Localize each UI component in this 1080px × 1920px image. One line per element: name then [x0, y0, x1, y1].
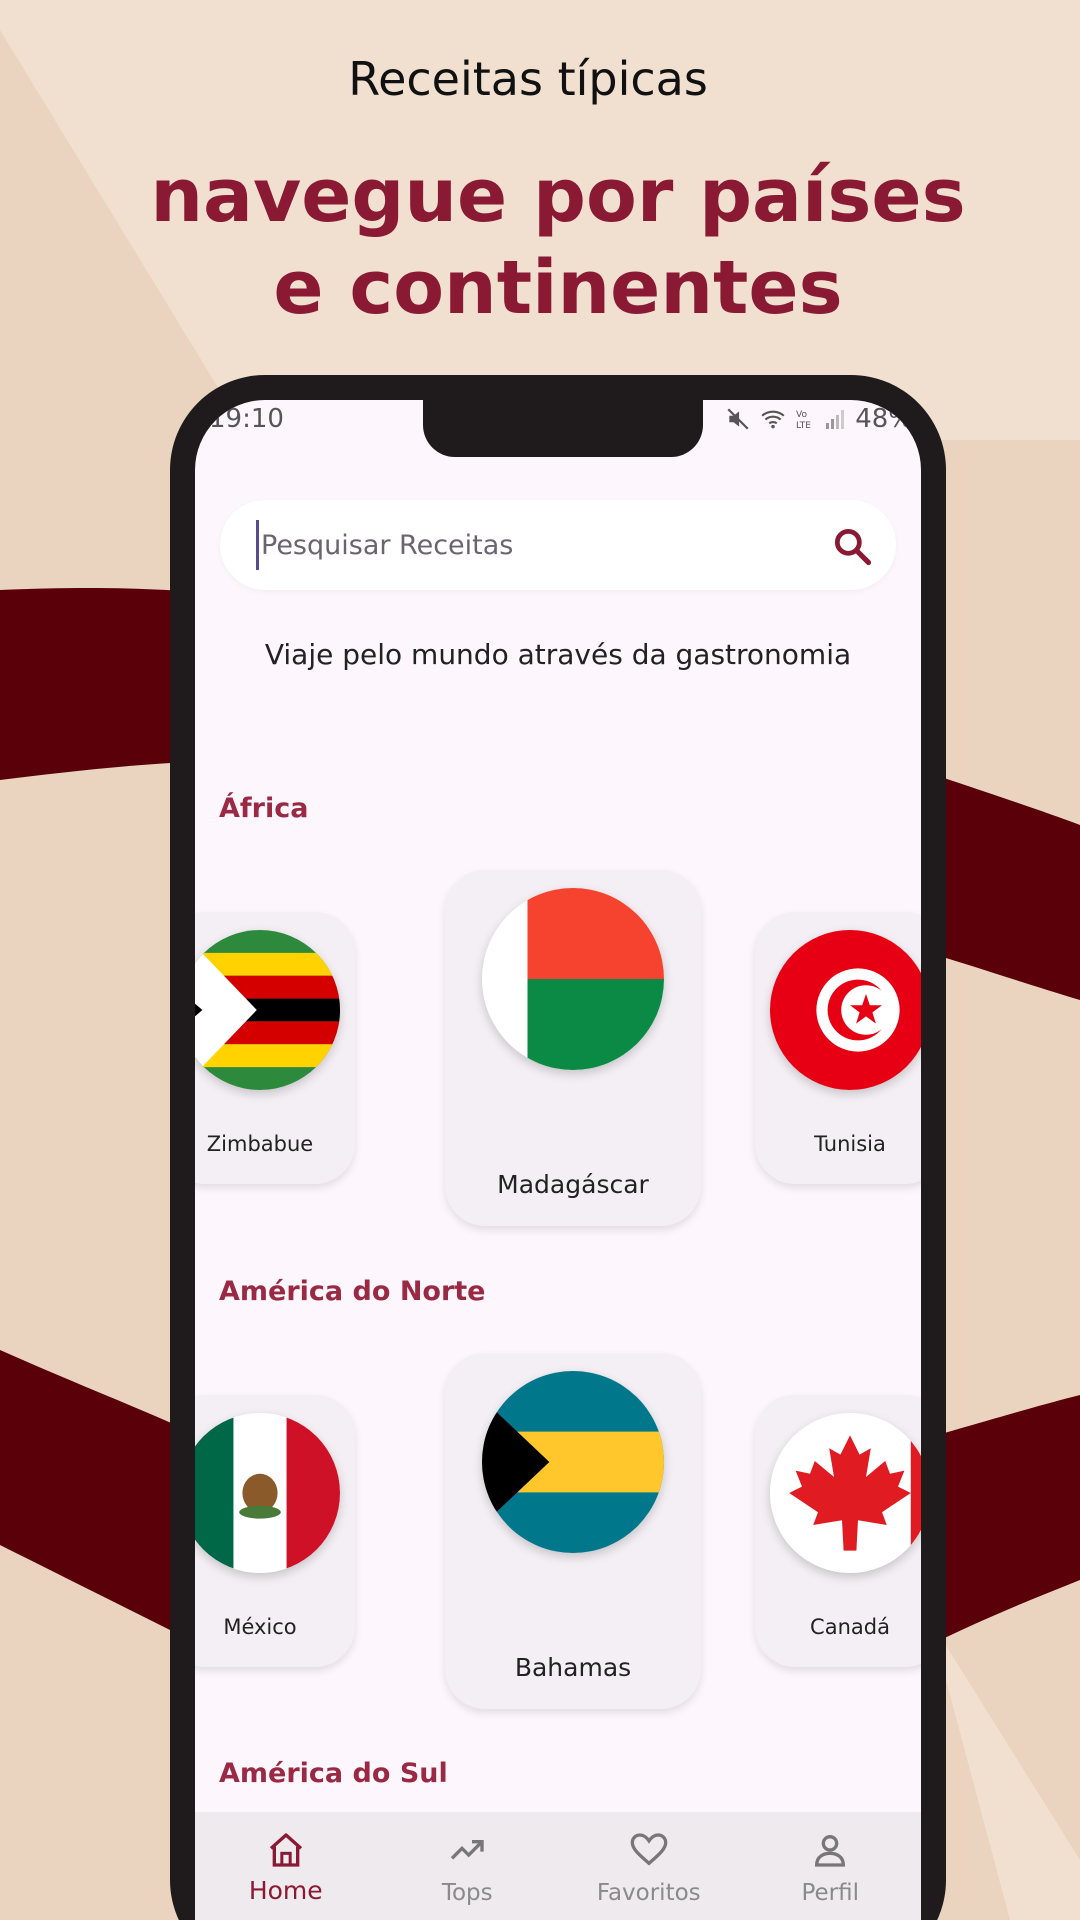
heart-icon: [630, 1833, 668, 1866]
section-title-south-america: América do Sul: [219, 1758, 448, 1789]
nav-tops[interactable]: Tops: [377, 1812, 559, 1920]
nav-label: Tops: [441, 1880, 493, 1906]
country-card-bahamas[interactable]: Bahamas: [445, 1353, 701, 1709]
madagascar-flag-icon: [482, 888, 664, 1070]
country-card-canada[interactable]: Canadá: [755, 1395, 921, 1667]
country-label: Zimbabue: [206, 1132, 314, 1156]
battery-level: 48%: [855, 404, 913, 434]
nav-label: Perfil: [801, 1880, 860, 1906]
country-card-tunisia[interactable]: Tunisia: [755, 912, 921, 1184]
zimbabwe-flag-icon: [195, 930, 340, 1090]
country-card-mexico[interactable]: México: [195, 1395, 355, 1667]
country-label: México: [223, 1615, 297, 1639]
search-bar: [220, 500, 896, 590]
wifi-icon: [761, 410, 785, 429]
search-input[interactable]: [256, 520, 816, 570]
nav-favoritos[interactable]: Favoritos: [558, 1812, 740, 1920]
app-screen: 19:10 VoLTE 48% Viaje pelo mundo através…: [195, 400, 921, 1920]
promo-subtitle: Receitas típicas: [348, 52, 708, 106]
section-title-north-america: América do Norte: [219, 1276, 486, 1307]
section-title-africa: África: [219, 793, 309, 824]
tagline: Viaje pelo mundo através da gastronomia: [264, 638, 852, 671]
country-card-madagascar[interactable]: Madagáscar: [445, 870, 701, 1226]
country-label: Madagáscar: [497, 1170, 649, 1199]
bottom-navigation: Home Tops Favoritos Perfil: [195, 1812, 921, 1920]
status-time: 19:10: [209, 404, 284, 434]
person-icon: [815, 1835, 846, 1867]
nav-label: Home: [248, 1876, 323, 1905]
mute-icon: [727, 408, 749, 430]
nav-home[interactable]: Home: [195, 1812, 377, 1920]
country-label: Bahamas: [514, 1653, 632, 1682]
svg-text:LTE: LTE: [796, 421, 811, 431]
promo-title: navegue por países e continentes: [0, 150, 1080, 334]
promo-title-line1: navegue por países: [150, 153, 966, 239]
canada-flag-icon: [770, 1413, 921, 1573]
camera-notch: [423, 400, 703, 457]
mexico-flag-icon: [195, 1413, 340, 1573]
nav-label: Favoritos: [596, 1880, 701, 1906]
search-icon[interactable]: [830, 524, 874, 568]
promo-title-line2: e continentes: [273, 245, 843, 331]
svg-text:Vo: Vo: [796, 410, 807, 420]
trending-up-icon: [451, 1840, 484, 1860]
tunisia-flag-icon: [770, 930, 921, 1090]
country-label: Tunisia: [814, 1132, 886, 1156]
signal-icon: [826, 410, 845, 429]
volte-icon: VoLTE: [796, 410, 811, 431]
bahamas-flag-icon: [482, 1371, 664, 1553]
status-icons: Vo LTE 48%: [725, 404, 913, 434]
nav-perfil[interactable]: Perfil: [740, 1812, 922, 1920]
country-label: Canadá: [810, 1615, 890, 1639]
home-icon: [269, 1833, 302, 1867]
country-card-zimbabue[interactable]: Zimbabue: [195, 912, 355, 1184]
